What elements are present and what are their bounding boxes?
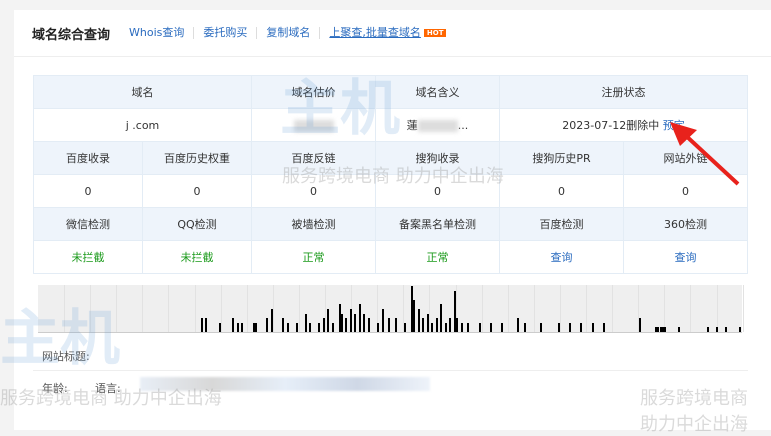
red-arrow-icon: [670, 122, 740, 186]
